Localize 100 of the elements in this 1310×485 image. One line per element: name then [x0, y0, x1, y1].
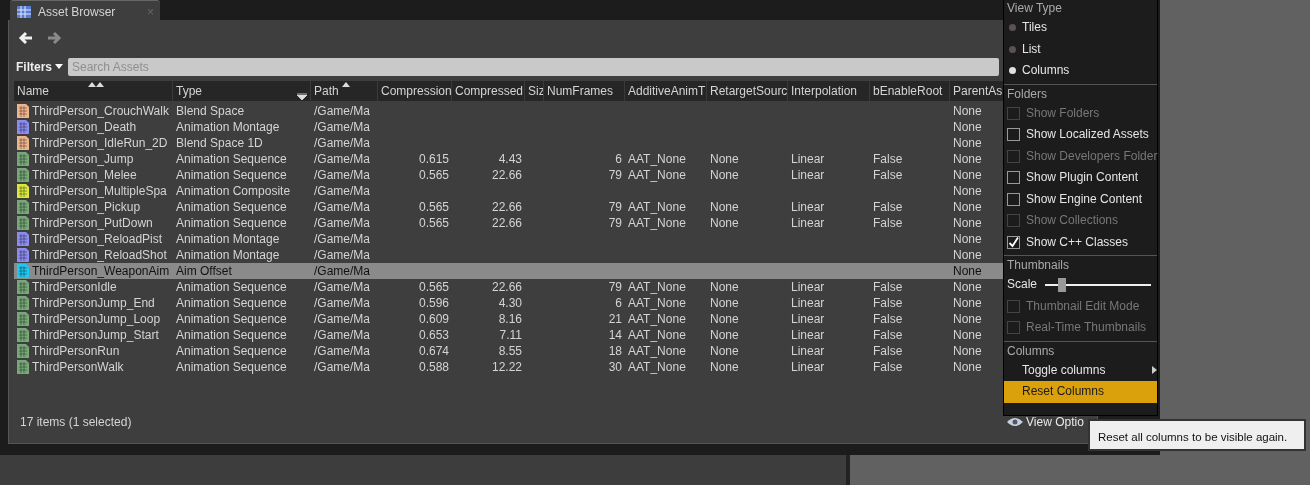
filters-button[interactable]: Filters: [14, 58, 65, 76]
table-cell: 79: [608, 280, 622, 294]
table-cell: Linear: [791, 168, 825, 182]
table-cell: None: [953, 136, 982, 150]
table-cell: /Game/Ma: [314, 136, 370, 150]
checkbox[interactable]: [1007, 128, 1020, 142]
table-cell: 0.565: [418, 280, 449, 294]
table-cell: 22.66: [491, 200, 522, 214]
column-header[interactable]: Path: [311, 81, 378, 101]
table-cell: AAT_None: [628, 344, 686, 358]
table-row[interactable]: ThirdPersonJump_Start Animation Sequence /Game/Ma 0.653 7.11 14 AAT_None None Linear False None: [14, 327, 1007, 343]
table-cell: False: [873, 360, 903, 374]
table-row[interactable]: ThirdPerson_Pickup Animation Sequence /Game/Ma 0.565 22.66 79 AAT_None None Linear False None: [14, 199, 1007, 215]
forward-arrow-icon[interactable]: [46, 31, 62, 45]
table-row[interactable]: ThirdPerson_Melee Animation Sequence /Game/Ma 0.565 22.66 79 AAT_None None Linear False None: [14, 167, 1007, 183]
grid-icon: [16, 5, 32, 19]
table-row[interactable]: ThirdPersonIdle Animation Sequence /Game/Ma 0.565 22.66 79 AAT_None None Linear False None: [14, 279, 1007, 295]
slider-thumb[interactable]: [1057, 277, 1066, 292]
table-cell: 0.609: [418, 312, 449, 326]
table-cell: /Game/Ma: [314, 296, 370, 310]
table-cell: Animation Montage: [176, 248, 280, 262]
table-cell: AAT_None: [628, 360, 686, 374]
table-cell: /Game/Ma: [314, 328, 370, 342]
slider-label: Scale: [1007, 276, 1038, 293]
table-cell: 6: [615, 296, 622, 310]
table-cell: Linear: [791, 312, 825, 326]
table-row[interactable]: ThirdPersonWalk Animation Sequence /Game/Ma 0.588 12.22 30 AAT_None None Linear False None: [14, 359, 1007, 375]
table-row[interactable]: ThirdPersonRun Animation Sequence /Game/Ma 0.674 8.55 18 AAT_None None Linear False None: [14, 343, 1007, 359]
table-cell: False: [873, 168, 903, 182]
table-cell: None: [953, 296, 982, 310]
table-cell: None: [953, 104, 982, 118]
table-cell: None: [953, 280, 982, 294]
table-cell: None: [953, 248, 982, 262]
table-row[interactable]: ThirdPerson_Jump Animation Sequence /Game/Ma 0.615 4.43 6 AAT_None None Linear False None: [14, 151, 1007, 167]
table-row[interactable]: ThirdPersonJump_End Animation Sequence /Game/Ma 0.596 4.30 6 AAT_None None Linear False None: [14, 295, 1007, 311]
menu-checkbox-item[interactable]: Show Localized Assets: [1004, 124, 1157, 146]
menu-radio-item[interactable]: List: [1004, 38, 1157, 60]
menu-item[interactable]: Toggle columns: [1004, 359, 1157, 381]
table-row[interactable]: ThirdPerson_ReloadPist Animation Montage /Game/Ma None: [14, 231, 1007, 247]
table-cell: Animation Sequence: [176, 360, 287, 374]
menu-radio-item[interactable]: Tiles: [1004, 17, 1157, 39]
eye-icon: [1007, 417, 1023, 427]
column-header[interactable]: Compressed: [452, 81, 525, 101]
tab[interactable]: Asset Browser ×: [10, 0, 160, 20]
table-cell: False: [873, 312, 903, 326]
dropdown-icon[interactable]: [297, 93, 307, 100]
table-cell: Animation Sequence: [176, 296, 287, 310]
table-cell: ThirdPerson_IdleRun_2D: [32, 135, 168, 151]
table-cell: False: [873, 296, 903, 310]
table-row[interactable]: ThirdPerson_PutDown Animation Sequence /Game/Ma 0.565 22.66 79 AAT_None None Linear False None: [14, 215, 1007, 231]
table-cell: 79: [608, 216, 622, 230]
table-cell: ThirdPerson_Jump: [32, 151, 134, 167]
checkbox[interactable]: [1007, 235, 1020, 249]
menu-heading: Columns: [1006, 342, 1056, 360]
menu-item[interactable]: Reset Columns: [1004, 381, 1157, 403]
table-cell: None: [710, 312, 739, 326]
table-cell: AAT_None: [628, 152, 686, 166]
table-cell: None: [953, 152, 982, 166]
table-row[interactable]: ThirdPerson_Death Animation Montage /Game/Ma None: [14, 119, 1007, 135]
table-cell: Linear: [791, 216, 825, 230]
table-cell: None: [953, 200, 982, 214]
table-cell: Linear: [791, 296, 825, 310]
table-cell: 21: [608, 312, 622, 326]
column-header[interactable]: Type: [173, 81, 311, 101]
table-cell: AAT_None: [628, 296, 686, 310]
menu-checkbox-item[interactable]: Show Engine Content: [1004, 188, 1157, 210]
table-cell: None: [953, 120, 982, 134]
column-header[interactable]: RetargetSourc: [707, 81, 788, 101]
column-header[interactable]: Interpolation: [788, 81, 870, 101]
table-cell: 12.22: [491, 360, 522, 374]
checkbox[interactable]: [1007, 171, 1020, 185]
menu-radio-item[interactable]: Columns: [1004, 60, 1157, 82]
table-cell: Animation Sequence: [176, 168, 287, 182]
column-header[interactable]: NumFrames: [544, 81, 625, 101]
menu-checkbox-item[interactable]: Show C++ Classes: [1004, 231, 1157, 253]
table-cell: None: [953, 232, 982, 246]
table-row[interactable]: ThirdPerson_MultipleSpa Animation Composite /Game/Ma None: [14, 183, 1007, 199]
table-cell: /Game/Ma: [314, 280, 370, 294]
view-options-button[interactable]: View Optio: [1007, 413, 1084, 431]
table-row[interactable]: ThirdPerson_CrouchWalk Blend Space /Game/Ma None: [14, 103, 1007, 119]
table-cell: Animation Composite: [176, 184, 291, 198]
table-cell: ThirdPerson_WeaponAim: [32, 263, 170, 279]
column-header[interactable]: Name: [14, 81, 173, 101]
table-cell: ThirdPerson_PutDown: [32, 215, 153, 231]
table-row[interactable]: ThirdPerson_IdleRun_2D Blend Space 1D /Game/Ma None: [14, 135, 1007, 151]
column-header[interactable]: bEnableRoot: [870, 81, 950, 101]
column-header[interactable]: AdditiveAnimT: [625, 81, 707, 101]
search-field[interactable]: Search Assets: [68, 58, 999, 76]
back-arrow-icon[interactable]: [18, 31, 34, 45]
table-cell: None: [953, 328, 982, 342]
table-cell: None: [953, 360, 982, 374]
column-header[interactable]: Compression: [378, 81, 452, 101]
table-cell: /Game/Ma: [314, 152, 370, 166]
table-row[interactable]: ThirdPersonJump_Loop Animation Sequence /Game/Ma 0.609 8.16 21 AAT_None None Linear False None: [14, 311, 1007, 327]
table-cell: None: [710, 296, 739, 310]
table-row[interactable]: ThirdPerson_ReloadShot Animation Montage /Game/Ma None: [14, 247, 1007, 263]
checkbox[interactable]: [1007, 192, 1020, 206]
menu-checkbox-item[interactable]: Show Plugin Content: [1004, 167, 1157, 189]
table-cell: False: [873, 200, 903, 214]
table-cell: 79: [608, 200, 622, 214]
